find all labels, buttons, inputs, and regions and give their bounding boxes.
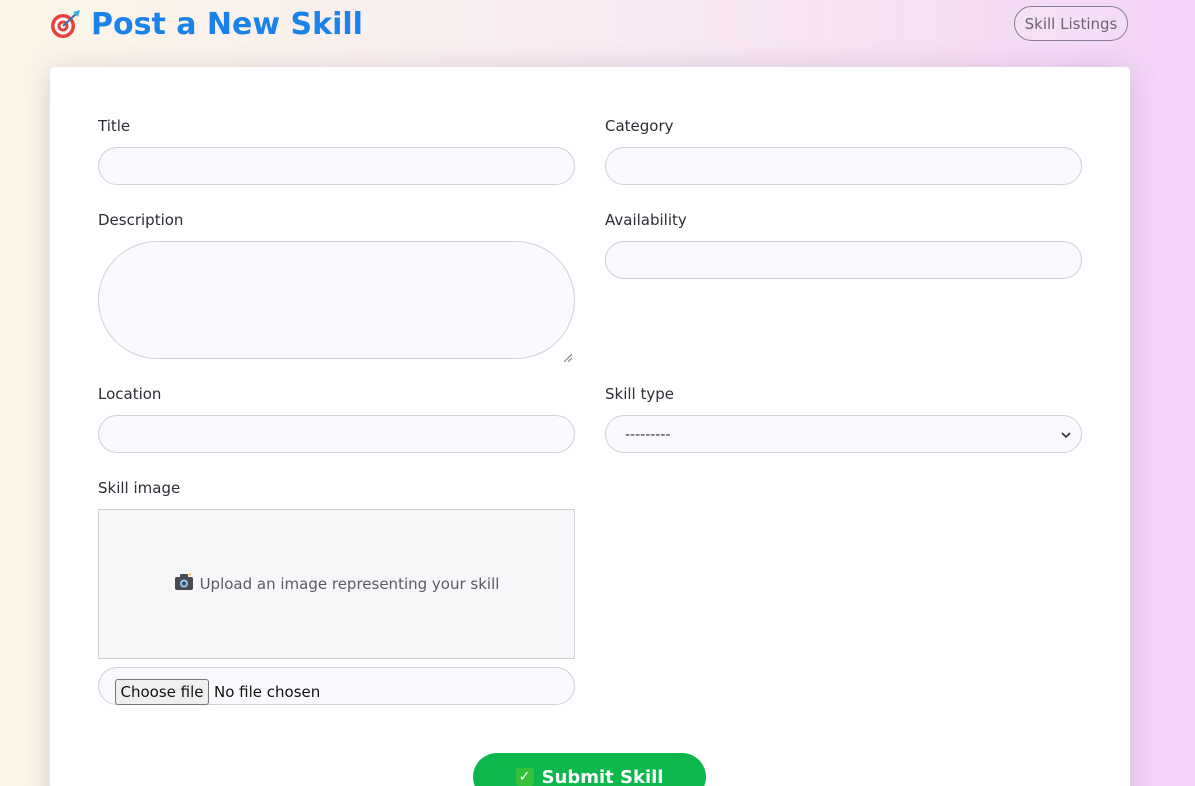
- title-label: Title: [98, 117, 131, 135]
- check-icon: ✓: [515, 768, 534, 786]
- camera-icon: [174, 573, 194, 595]
- location-label: Location: [98, 385, 162, 403]
- skill-type-selected: ---------: [625, 426, 671, 443]
- chevron-down-icon: [1059, 427, 1073, 441]
- target-icon: [49, 8, 81, 40]
- skill-type-label: Skill type: [605, 385, 674, 403]
- description-label: Description: [98, 211, 184, 229]
- title-input[interactable]: [98, 147, 575, 185]
- page-header: Post a New Skill Skill Listings: [0, 0, 1195, 66]
- submit-skill-button[interactable]: ✓ Submit Skill: [473, 753, 706, 786]
- image-upload-dropzone[interactable]: Upload an image representing your skill: [98, 509, 575, 659]
- resize-handle-icon[interactable]: [563, 347, 573, 363]
- page-title-text: Post a New Skill: [91, 6, 363, 42]
- description-textarea[interactable]: [98, 241, 575, 363]
- availability-label: Availability: [605, 211, 687, 229]
- form-card: Title Category Description Availability …: [50, 67, 1130, 786]
- page-title: Post a New Skill: [49, 2, 363, 46]
- skill-image-label: Skill image: [98, 479, 181, 497]
- submit-skill-label: Submit Skill: [541, 766, 664, 786]
- upload-prompt-text: Upload an image representing your skill: [199, 575, 500, 593]
- location-input[interactable]: [98, 415, 575, 453]
- file-status-text: No file chosen: [214, 683, 321, 701]
- skill-listings-button[interactable]: Skill Listings: [1014, 6, 1128, 41]
- category-label: Category: [605, 117, 674, 135]
- category-input[interactable]: [605, 147, 1082, 185]
- availability-input[interactable]: [605, 241, 1082, 279]
- file-input[interactable]: Choose file No file chosen: [98, 667, 575, 705]
- choose-file-button[interactable]: Choose file: [115, 679, 209, 705]
- skill-type-select[interactable]: ---------: [605, 415, 1082, 453]
